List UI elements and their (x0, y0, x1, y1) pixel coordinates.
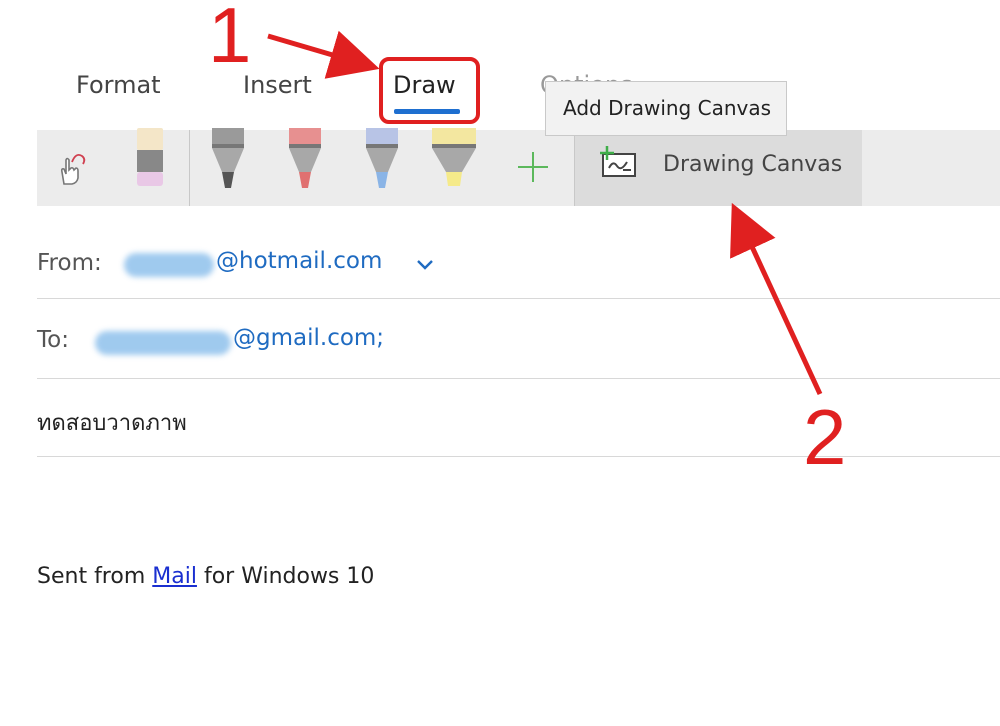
annotation-arrows (267, 30, 823, 396)
touch-draw-icon[interactable] (52, 148, 92, 192)
from-email: @hotmail.com (216, 248, 383, 274)
signature-prefix: Sent from (37, 564, 153, 589)
from-label: From: (37, 250, 102, 276)
drawing-canvas-label: Drawing Canvas (663, 152, 843, 177)
signature-suffix: for Windows 10 (196, 564, 375, 589)
toolbar-separator (189, 130, 190, 206)
to-email[interactable]: @gmail.com; (233, 325, 384, 351)
divider (37, 378, 1000, 379)
annotation-step-2: 2 (803, 393, 847, 481)
annotation-step-1: 1 (208, 0, 252, 79)
tab-insert[interactable]: Insert (243, 68, 312, 102)
blurred-sender-name (124, 253, 214, 277)
add-drawing-canvas-tooltip: Add Drawing Canvas (545, 81, 787, 136)
eraser-icon[interactable] (134, 128, 166, 194)
subject-field[interactable]: ทดสอบวาดภาพ (37, 405, 187, 440)
highlighter-yellow-icon[interactable] (430, 128, 478, 196)
pen-red-icon[interactable] (287, 128, 323, 196)
add-pen-icon[interactable] (516, 150, 550, 188)
arrow-to-drawing-canvas (730, 202, 823, 396)
draw-tab-highlight-box (379, 57, 480, 124)
divider (37, 456, 1000, 457)
pencil-blue-icon[interactable] (364, 128, 400, 196)
pen-gray-icon[interactable] (210, 128, 246, 196)
blurred-recipient-name (95, 331, 231, 355)
drawing-canvas-icon (599, 146, 639, 184)
message-body[interactable]: Sent from Mail for Windows 10 (37, 564, 374, 589)
to-label: To: (37, 327, 69, 353)
divider (37, 298, 1000, 299)
arrow-to-draw-tab (267, 30, 380, 79)
drawing-canvas-button[interactable]: Drawing Canvas (574, 130, 862, 206)
tab-format[interactable]: Format (76, 68, 161, 102)
mail-link[interactable]: Mail (152, 564, 197, 589)
chevron-down-icon[interactable] (416, 256, 434, 275)
